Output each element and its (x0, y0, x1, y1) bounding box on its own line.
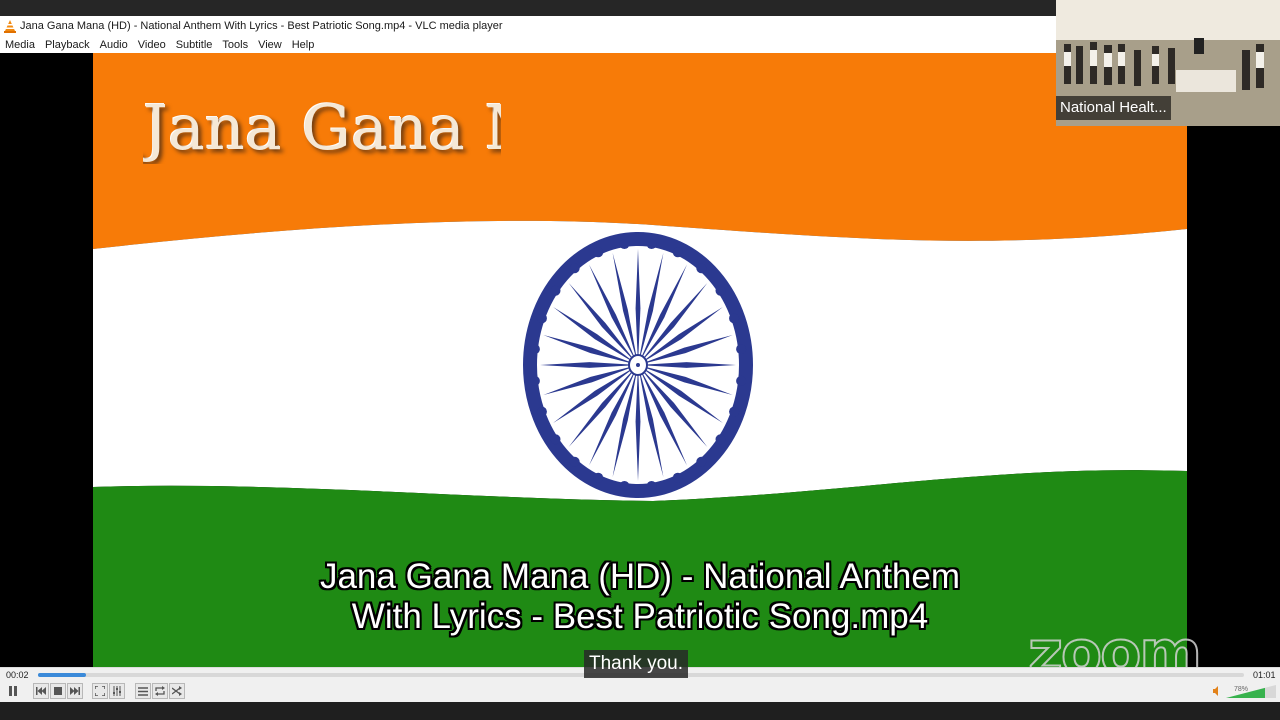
chakra-rim-dot (619, 480, 630, 491)
next-icon (70, 687, 80, 695)
taskbar-strip (0, 702, 1280, 720)
shuffle-button[interactable] (169, 683, 185, 699)
previous-icon (36, 687, 46, 695)
chakra-rim-dot (619, 239, 630, 250)
menu-media[interactable]: Media (0, 39, 40, 51)
chakra-rim-dot (593, 247, 604, 258)
chakra-rim-dot (593, 472, 604, 483)
ashoka-chakra-icon (523, 232, 753, 498)
volume-slider[interactable]: 78% (1212, 683, 1278, 699)
chakra-rim-dot (736, 375, 747, 386)
chakra-rim-dot (715, 434, 726, 445)
chakra-rim-dot (672, 472, 683, 483)
chakra-rim-dot (696, 263, 707, 274)
chakra-rim-dot (715, 285, 726, 296)
chakra-rim-dot (529, 375, 540, 386)
chakra-rim-dot (550, 285, 561, 296)
menu-playback[interactable]: Playback (40, 39, 95, 51)
chakra-rim-dot (729, 313, 740, 324)
elapsed-time: 00:02 (6, 670, 29, 680)
participant-video-thumbnail[interactable]: National Healt... (1056, 0, 1280, 126)
top-strip (0, 0, 1056, 16)
chakra-rim-dot (550, 434, 561, 445)
extended-settings-icon (113, 686, 121, 696)
closed-caption: Thank you. (584, 650, 688, 678)
stop-button[interactable] (50, 683, 66, 699)
playlist-icon (138, 686, 148, 696)
chakra-rim-dot (536, 313, 547, 324)
extended-settings-button[interactable] (109, 683, 125, 699)
chakra-rim-dot (569, 456, 580, 467)
chakra-rim-dot (569, 263, 580, 274)
participant-name: National Healt... (1056, 96, 1171, 120)
volume-control[interactable]: 78% (1212, 683, 1278, 699)
menu-video[interactable]: Video (133, 39, 171, 51)
chakra-center (636, 363, 640, 367)
menu-tools[interactable]: Tools (217, 39, 253, 51)
menu-view[interactable]: View (253, 39, 287, 51)
stop-icon (54, 687, 62, 695)
menu-subtitle[interactable]: Subtitle (171, 39, 218, 51)
chakra-rim-dot (736, 344, 747, 355)
chakra-rim-dot (672, 247, 683, 258)
video-overlay-title: Jana Gana Ma (143, 91, 501, 164)
chakra-rim-dot (529, 344, 540, 355)
volume-percent: 78% (1234, 686, 1248, 693)
fullscreen-icon (95, 686, 105, 696)
seek-progress (38, 673, 87, 677)
video-area[interactable]: Jana Gana Ma Jana Gana Mana (HD) - Natio… (0, 53, 1280, 684)
chakra-rim-dot (729, 406, 740, 417)
chakra-rim-dot (646, 480, 657, 491)
shuffle-icon (172, 686, 182, 696)
speaker-icon (1213, 686, 1218, 696)
total-duration: 01:01 (1253, 670, 1276, 680)
loop-button[interactable] (152, 683, 168, 699)
loop-icon (155, 686, 165, 696)
pause-icon (9, 685, 17, 696)
subtitle-line-1: Jana Gana Mana (HD) - National Anthem (319, 557, 961, 596)
menu-help[interactable]: Help (287, 39, 320, 51)
window-title: Jana Gana Mana (HD) - National Anthem Wi… (20, 20, 503, 32)
next-button[interactable] (67, 683, 83, 699)
title-bar: Jana Gana Mana (HD) - National Anthem Wi… (0, 16, 1056, 36)
menu-audio[interactable]: Audio (95, 39, 133, 51)
playlist-button[interactable] (135, 683, 151, 699)
vlc-cone-icon (4, 20, 16, 33)
fullscreen-button[interactable] (92, 683, 108, 699)
chakra-rim-dot (696, 456, 707, 467)
previous-button[interactable] (33, 683, 49, 699)
chakra-rim-dot (646, 239, 657, 250)
menu-bar: Media Playback Audio Video Subtitle Tool… (0, 36, 1056, 53)
pause-button[interactable] (4, 682, 22, 699)
chakra-rim-dot (536, 406, 547, 417)
